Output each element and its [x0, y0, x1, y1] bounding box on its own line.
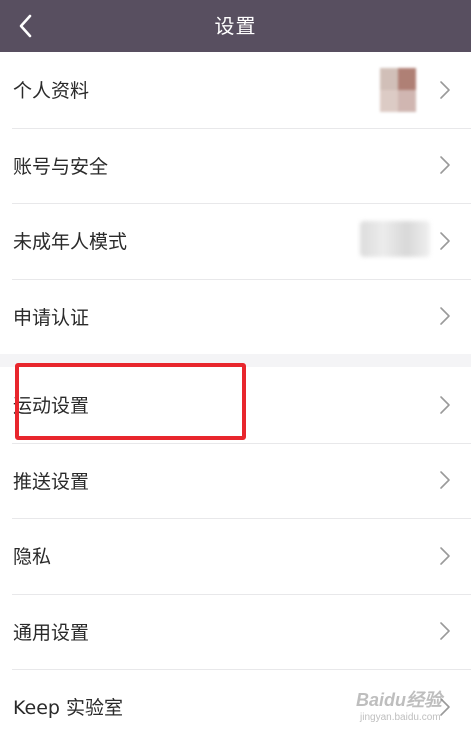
settings-group-general: 运动设置 推送设置 隐私 通用设置 Keep 实验室: [0, 367, 471, 736]
settings-item-push[interactable]: 推送设置: [0, 442, 471, 519]
chevron-right-icon: [440, 307, 450, 326]
settings-item-lab[interactable]: Keep 实验室: [0, 669, 471, 736]
page-title: 设置: [214, 14, 257, 38]
avatar: [380, 68, 416, 112]
chevron-right-icon: [440, 622, 450, 641]
settings-item-minor-mode[interactable]: 未成年人模式: [0, 203, 471, 279]
settings-group-account: 个人资料 账号与安全 未成年人模式 申请认证: [0, 52, 471, 354]
settings-item-general[interactable]: 通用设置: [0, 593, 471, 670]
settings-item-label: 运动设置: [13, 395, 90, 418]
settings-item-privacy[interactable]: 隐私: [0, 518, 471, 594]
settings-item-verification[interactable]: 申请认证: [0, 278, 471, 355]
chevron-right-icon: [440, 697, 450, 716]
chevron-right-icon: [440, 395, 450, 414]
settings-item-label: 未成年人模式: [13, 231, 128, 254]
chevron-right-icon: [440, 231, 450, 250]
status-value-blurred: [360, 221, 430, 257]
chevron-right-icon: [440, 156, 450, 175]
settings-item-label: 隐私: [13, 546, 52, 569]
top-navbar: 设置: [0, 0, 471, 52]
settings-item-sport[interactable]: 运动设置: [0, 367, 471, 443]
settings-item-label: 个人资料: [13, 80, 90, 103]
chevron-right-icon: [440, 80, 450, 99]
chevron-right-icon: [440, 471, 450, 490]
settings-item-label: 账号与安全: [13, 155, 109, 178]
settings-item-label: Keep 实验室: [13, 697, 123, 720]
chevron-right-icon: [440, 546, 450, 565]
settings-item-label: 通用设置: [13, 621, 90, 644]
settings-item-account-security[interactable]: 账号与安全: [0, 127, 471, 204]
settings-item-label: 推送设置: [13, 470, 90, 493]
settings-item-label: 申请认证: [13, 306, 90, 329]
settings-item-profile[interactable]: 个人资料: [0, 52, 471, 128]
